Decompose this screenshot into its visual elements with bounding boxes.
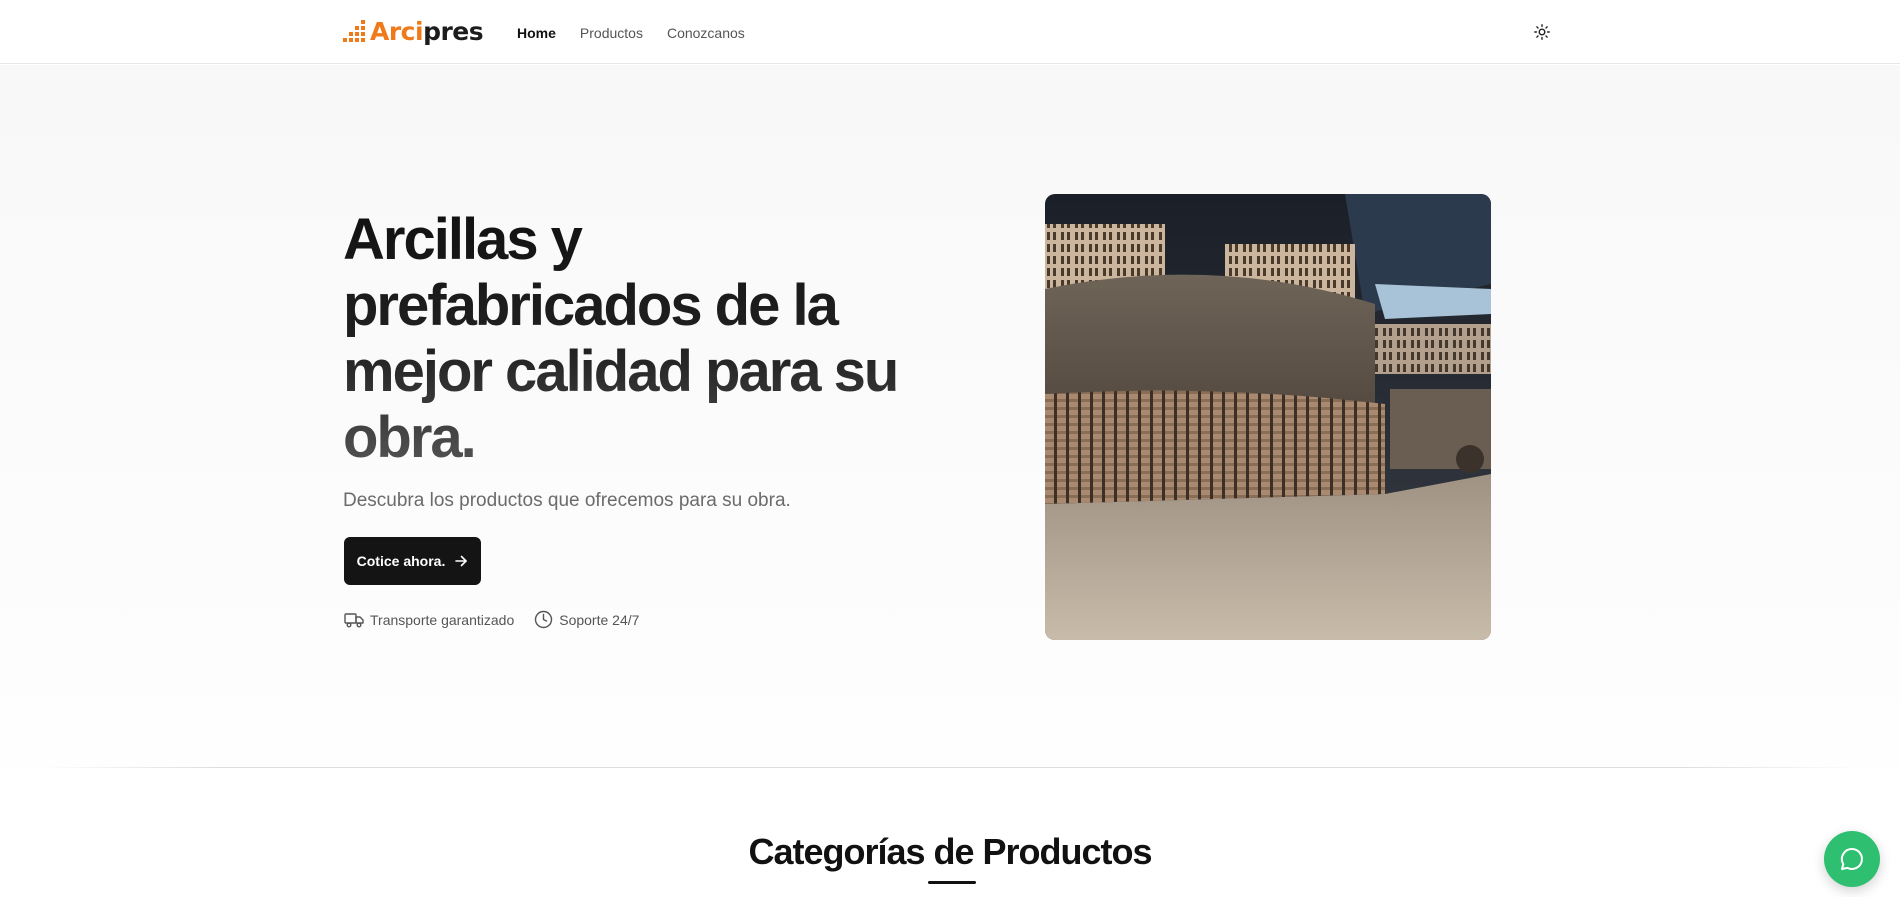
section-divider	[40, 767, 1860, 768]
cotice-button[interactable]: Cotice ahora.	[344, 537, 481, 585]
hero-section: Arcillas y prefabricados de la mejor cal…	[0, 65, 1900, 768]
brand-logo[interactable]: Arcipres	[343, 17, 484, 46]
main-nav: Home Productos Conozcanos	[517, 23, 745, 43]
logo-dots-icon	[343, 20, 365, 42]
brand-name-part2: pres	[423, 17, 484, 46]
feature-support-label: Soporte 24/7	[559, 611, 640, 628]
chat-bubble-icon	[1840, 847, 1863, 870]
hero-subtitle: Descubra los productos que ofrecemos par…	[343, 490, 791, 511]
feature-support: Soporte 24/7	[534, 610, 639, 629]
nav-productos[interactable]: Productos	[580, 23, 643, 43]
nav-home[interactable]: Home	[517, 23, 556, 43]
cotice-button-label: Cotice ahora.	[356, 553, 446, 569]
feature-transport-label: Transporte garantizado	[370, 611, 515, 628]
brick-kiln-photo	[1045, 194, 1491, 640]
nav-conozcanos[interactable]: Conozcanos	[667, 23, 745, 43]
hero-title: Arcillas y prefabricados de la mejor cal…	[343, 207, 943, 471]
truck-icon	[344, 612, 364, 627]
feature-transport: Transporte garantizado	[344, 610, 514, 629]
brand-name-part1: Arci	[370, 17, 424, 46]
chat-button[interactable]	[1824, 831, 1880, 887]
clock-icon	[535, 610, 553, 629]
hero-features: Transporte garantizado Soporte 24/7	[344, 610, 639, 629]
arrow-right-icon	[455, 555, 468, 567]
categories-title: Categorías de Productos	[748, 831, 1152, 872]
site-header: Arcipres Home Productos Conozcanos	[0, 0, 1900, 64]
sun-icon	[1534, 24, 1550, 40]
categories-title-underline	[928, 881, 976, 884]
hero-image	[1045, 194, 1491, 640]
theme-toggle-button[interactable]	[1530, 22, 1554, 42]
brand-name: Arcipres	[370, 17, 484, 46]
